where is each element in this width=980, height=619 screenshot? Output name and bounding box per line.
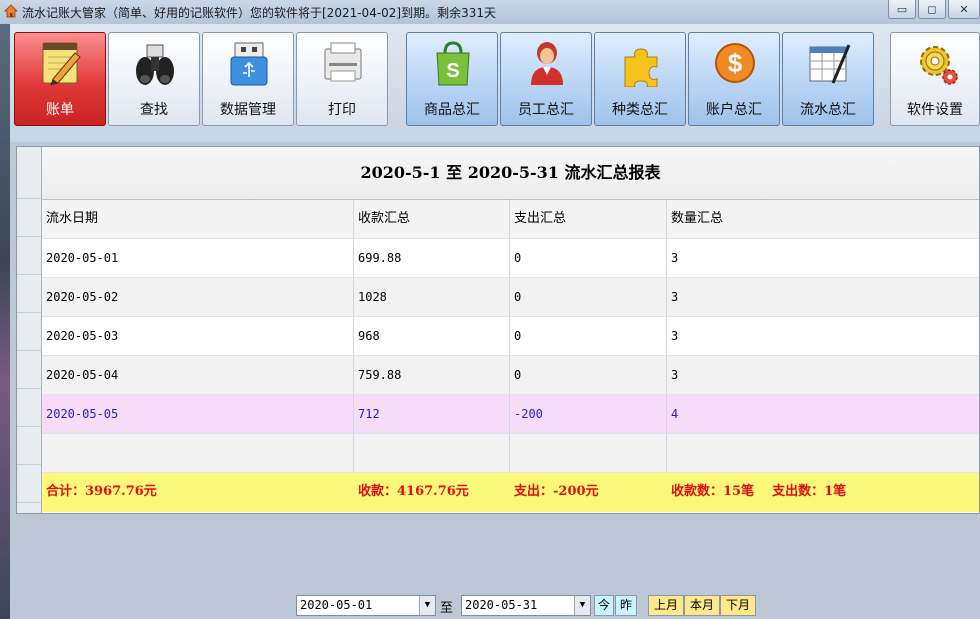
shopping-bag-icon: S	[436, 41, 470, 86]
report-grid: 流水日期 收款汇总 支出汇总 数量汇总 2020-05-01 699.88 0 …	[42, 200, 979, 512]
binoculars-icon	[136, 44, 174, 85]
chevron-down-icon[interactable]: ▼	[574, 596, 590, 615]
goods-summary-button[interactable]: S 商品总汇	[406, 32, 498, 126]
table-row[interactable]: 2020-05-02 1028 0 3	[42, 278, 979, 317]
bills-button[interactable]: 账单	[14, 32, 106, 126]
start-date-select[interactable]: 2020-05-01 ▼	[296, 595, 436, 616]
settings-button[interactable]: 软件设置	[890, 32, 980, 126]
goods-summary-label: 商品总汇	[424, 102, 480, 118]
person-icon	[531, 42, 563, 85]
category-summary-label: 种类总汇	[612, 102, 668, 118]
column-header-date[interactable]: 流水日期	[42, 200, 354, 238]
minimize-button[interactable]: ▭	[888, 0, 916, 19]
gear-icon	[920, 46, 958, 85]
cell-quantity: 3	[671, 329, 679, 343]
cell-quantity: 3	[671, 368, 679, 382]
chevron-down-icon[interactable]: ▼	[419, 596, 435, 615]
staff-summary-button[interactable]: 员工总汇	[500, 32, 592, 126]
cell-empty	[667, 434, 979, 472]
app-home-icon	[4, 4, 18, 18]
row-header-column	[17, 147, 42, 513]
cell-income: 759.88	[354, 356, 510, 394]
data-management-label: 数据管理	[220, 102, 276, 118]
total-amount: 合计：3967.76元	[46, 484, 157, 499]
today-button[interactable]: 今	[594, 595, 614, 616]
total-expense: 支出：-200元	[514, 484, 599, 499]
search-label: 查找	[140, 102, 168, 118]
cell-quantity: 4	[671, 407, 679, 421]
category-summary-button[interactable]: 种类总汇	[594, 32, 686, 126]
cell-date: 2020-05-03	[42, 317, 354, 355]
cell-date: 2020-05-04	[42, 356, 354, 394]
cell-date: 2020-05-02	[42, 278, 354, 316]
svg-text:S: S	[446, 60, 459, 82]
total-income: 收款：4167.76元	[358, 484, 469, 499]
cell-date: 2020-05-05	[42, 395, 354, 433]
income-count: 收款数：15笔	[671, 484, 755, 499]
notepad-pencil-icon	[42, 42, 81, 86]
window-title: 流水记账大管家（简单、好用的记账软件）您的软件将于[2021-04-02]到期。…	[22, 6, 497, 20]
expense-count: 支出数：1笔	[772, 484, 847, 499]
cell-empty	[42, 434, 354, 472]
cell-income: 699.88	[354, 239, 510, 277]
cell-expense: 0	[510, 317, 667, 355]
bills-label: 账单	[46, 102, 74, 118]
printer-icon	[324, 42, 362, 82]
table-row-selected[interactable]: 2020-05-05 712 -200 4	[42, 395, 979, 434]
table-row[interactable]: 2020-05-04 759.88 0 3	[42, 356, 979, 395]
cell-quantity: 3	[671, 251, 679, 265]
print-label: 打印	[328, 102, 356, 118]
column-header-income[interactable]: 收款汇总	[354, 200, 510, 238]
staff-summary-label: 员工总汇	[518, 102, 574, 118]
cell-income: 1028	[354, 278, 510, 316]
to-label: 至	[440, 601, 454, 616]
data-management-button[interactable]: 数据管理	[202, 32, 294, 126]
search-button[interactable]: 查找	[108, 32, 200, 126]
table-row-empty[interactable]	[42, 434, 979, 473]
cell-expense: -200	[510, 395, 667, 433]
account-summary-button[interactable]: $ 账户总汇	[688, 32, 780, 126]
report-panel: 2020-5-1 至 2020-5-31 流水汇总报表 流水日期 收款汇总 支出…	[16, 146, 980, 514]
cell-expense: 0	[510, 356, 667, 394]
table-row[interactable]: 2020-05-01 699.88 0 3	[42, 239, 979, 278]
flow-summary-label: 流水总汇	[800, 102, 856, 118]
cell-income: 712	[354, 395, 510, 433]
yesterday-button[interactable]: 昨	[615, 595, 637, 616]
restore-button[interactable]: ◻	[918, 0, 946, 19]
cell-expense: 0	[510, 278, 667, 316]
title-bar: 流水记账大管家（简单、好用的记账软件）您的软件将于[2021-04-02]到期。…	[0, 0, 980, 25]
puzzle-icon	[624, 48, 658, 87]
dollar-coin-icon: $	[715, 43, 755, 83]
spreadsheet-pen-icon	[809, 44, 851, 84]
column-header-quantity[interactable]: 数量汇总	[667, 200, 979, 238]
grid-header-row: 流水日期 收款汇总 支出汇总 数量汇总	[42, 200, 979, 239]
totals-row: 合计：3967.76元 收款：4167.76元 支出：-200元 收款数：15笔…	[42, 473, 979, 512]
table-row[interactable]: 2020-05-03 968 0 3	[42, 317, 979, 356]
settings-label: 软件设置	[907, 102, 963, 118]
column-header-expense[interactable]: 支出汇总	[510, 200, 667, 238]
cell-expense: 0	[510, 239, 667, 277]
this-month-button[interactable]: 本月	[684, 595, 720, 616]
start-date-value: 2020-05-01	[300, 598, 373, 612]
print-button[interactable]: 打印	[296, 32, 388, 126]
cell-empty	[354, 434, 510, 472]
end-date-value: 2020-05-31	[465, 598, 538, 612]
usb-drive-icon	[230, 42, 268, 86]
report-title: 2020-5-1 至 2020-5-31 流水汇总报表	[42, 147, 979, 200]
next-month-button[interactable]: 下月	[720, 595, 756, 616]
account-summary-label: 账户总汇	[706, 102, 762, 118]
last-month-button[interactable]: 上月	[648, 595, 684, 616]
svg-text:$: $	[728, 48, 743, 78]
cell-date: 2020-05-01	[42, 239, 354, 277]
end-date-select[interactable]: 2020-05-31 ▼	[461, 595, 591, 616]
cell-quantity: 3	[671, 290, 679, 304]
close-button[interactable]: ✕	[948, 0, 980, 19]
cell-empty	[510, 434, 667, 472]
flow-summary-button[interactable]: 流水总汇	[782, 32, 874, 126]
total-counts: 收款数：15笔 支出数：1笔	[667, 473, 979, 511]
left-edge-strip	[0, 24, 10, 619]
main-toolbar: 账单 查找 数据管理 打印 S 商品总汇 员工总汇 种类总汇 $ 账户总汇 流水…	[10, 24, 980, 142]
cell-income: 968	[354, 317, 510, 355]
